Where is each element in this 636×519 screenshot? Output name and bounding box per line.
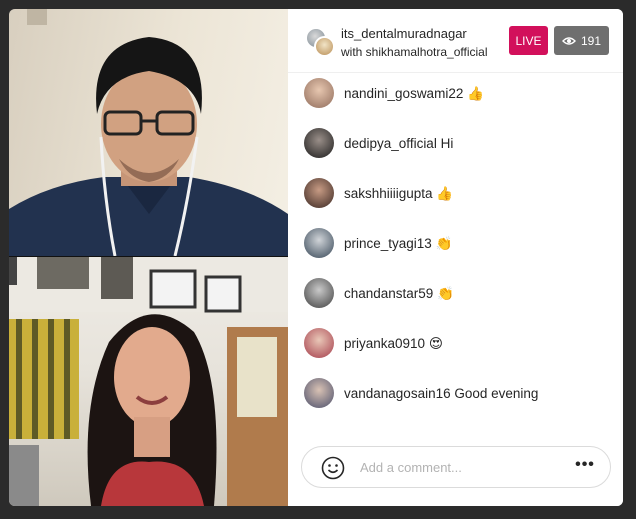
comment-input[interactable]: [360, 456, 560, 478]
list-item: chandanstar59 👏: [288, 273, 623, 323]
list-item: sakshhiiiigupta 👍: [288, 173, 623, 223]
comment-username[interactable]: sakshhiiiigupta: [344, 186, 433, 201]
viewer-count-badge[interactable]: 191: [554, 26, 609, 55]
live-header: its_dentalmuradnagar with shikhamalhotra…: [288, 9, 623, 73]
list-item: prince_tyagi13 👏: [288, 223, 623, 273]
comment-username[interactable]: dedipya_official: [344, 136, 437, 151]
comment-list: nandini_goswami22 👍 dedipya_official Hi …: [288, 73, 623, 423]
avatar[interactable]: [304, 378, 334, 408]
host-avatar[interactable]: [305, 27, 335, 57]
avatar[interactable]: [304, 328, 334, 358]
avatar[interactable]: [304, 278, 334, 308]
list-item: priyanka0910 😍: [288, 323, 623, 373]
guest-video: [9, 257, 288, 506]
more-options-icon[interactable]: •••: [574, 457, 596, 478]
comment-text: Hi: [440, 136, 454, 151]
comment-text: 👍: [467, 86, 484, 101]
comment-composer: •••: [301, 446, 611, 488]
list-item: vandanagosain16 Good evening: [288, 373, 623, 423]
live-badge: LIVE: [509, 26, 548, 55]
avatar[interactable]: [304, 78, 334, 108]
host-username[interactable]: its_dentalmuradnagar: [341, 26, 467, 41]
live-chat-panel: its_dentalmuradnagar with shikhamalhotra…: [288, 9, 623, 506]
video-panel: [9, 9, 288, 506]
avatar[interactable]: [304, 178, 334, 208]
eye-icon: [561, 36, 576, 45]
comment-username[interactable]: vandanagosain16: [344, 386, 451, 401]
smile-icon[interactable]: [321, 456, 345, 480]
comment-text: 👍: [436, 186, 454, 201]
host-video: [9, 9, 288, 256]
list-item: nandini_goswami22 👍: [288, 73, 623, 123]
comment-username[interactable]: prince_tyagi13: [344, 236, 432, 251]
comment-username[interactable]: chandanstar59: [344, 286, 433, 301]
comment-text: 👏: [437, 286, 454, 301]
avatar[interactable]: [304, 228, 334, 258]
avatar[interactable]: [304, 128, 334, 158]
comment-text: 😍: [428, 336, 443, 351]
viewer-count: 191: [580, 33, 602, 48]
comment-username[interactable]: nandini_goswami22: [344, 86, 463, 101]
comment-username[interactable]: priyanka0910: [344, 336, 425, 351]
guest-line: with shikhamalhotra_official: [341, 45, 488, 59]
comment-text: Good evening: [454, 386, 539, 401]
live-stream-window: its_dentalmuradnagar with shikhamalhotra…: [9, 9, 623, 506]
list-item: dedipya_official Hi: [288, 123, 623, 173]
comment-text: 👏: [435, 236, 453, 251]
